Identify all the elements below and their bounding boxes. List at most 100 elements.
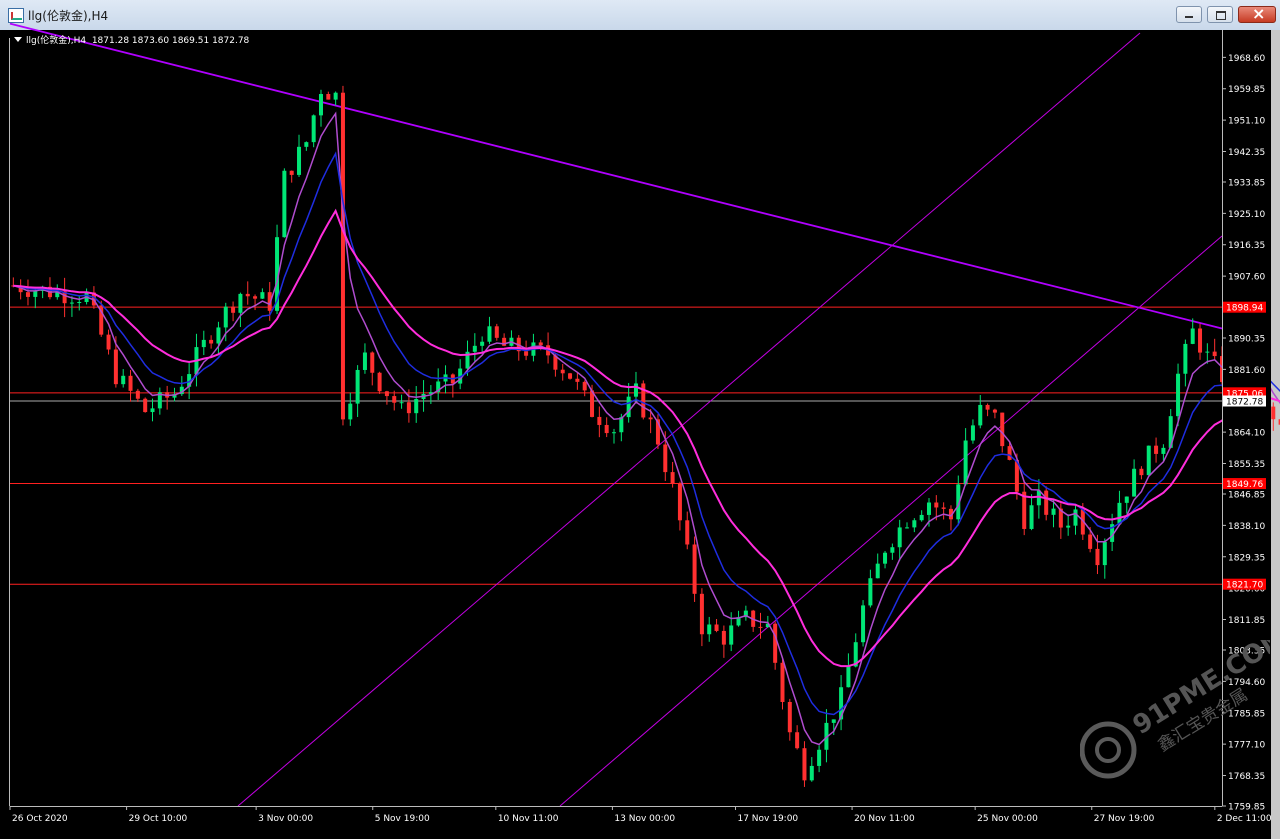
- price-tick-label: 1785.85: [1228, 709, 1265, 719]
- candle-body: [1117, 502, 1122, 525]
- time-tick-label: 3 Nov 00:00: [258, 814, 313, 824]
- candle-body: [25, 292, 30, 297]
- time-tick-label: 17 Nov 19:00: [737, 814, 798, 824]
- candle-body: [1205, 351, 1210, 353]
- candle-body: [1176, 373, 1181, 417]
- candle-body: [1198, 328, 1203, 353]
- candle-body: [670, 472, 675, 484]
- price-tick-label: 1881.60: [1228, 366, 1265, 376]
- candle-body: [106, 334, 111, 350]
- candle-body: [604, 424, 609, 434]
- candle-body: [714, 624, 719, 631]
- price-tick-label: 1846.85: [1228, 490, 1265, 500]
- price-tick-label: 1794.60: [1228, 678, 1265, 688]
- price-tick-label: 1811.85: [1228, 616, 1265, 626]
- candle-body: [612, 432, 617, 434]
- candle-body: [1212, 351, 1217, 357]
- candle-body: [472, 345, 477, 352]
- menu-triangle-icon[interactable]: [14, 37, 22, 42]
- candle-body: [1102, 541, 1107, 566]
- candle-body: [926, 502, 931, 515]
- candle-body: [729, 625, 734, 645]
- candle-body: [1051, 508, 1056, 515]
- candle-body: [311, 115, 316, 143]
- candle-body: [978, 404, 983, 426]
- candle-body: [582, 381, 587, 391]
- moving-average-line-2: [13, 151, 1280, 716]
- candle-body: [494, 326, 499, 338]
- candle-body: [1029, 505, 1034, 529]
- moving-average-line-1: [13, 111, 1280, 746]
- price-tick-label: 1968.60: [1228, 54, 1265, 64]
- price-tick-label: 1890.35: [1228, 334, 1265, 344]
- candle-body: [817, 749, 822, 766]
- price-tick-label: 1916.35: [1228, 241, 1265, 251]
- candle-body: [560, 369, 565, 374]
- candle-body: [721, 630, 726, 645]
- candle-body: [150, 408, 155, 413]
- candle-body: [135, 390, 140, 399]
- price-tick-label: 1803.35: [1228, 646, 1265, 656]
- candle-body: [487, 326, 492, 342]
- chart-ohlc: 1871.28 1873.60 1869.51 1872.78: [91, 36, 250, 46]
- chart-window: llg(伦敦金),H4 1968.60 1959.85 1951.10 1942.35…: [0, 0, 1280, 839]
- candle-body: [216, 327, 221, 344]
- candle-body: [919, 514, 924, 521]
- candle-body: [1088, 534, 1093, 549]
- time-tick-label: 2 Dec 11:00: [1217, 814, 1272, 824]
- candle-body: [970, 425, 975, 441]
- candle-body: [260, 292, 265, 299]
- candle-body: [1146, 445, 1151, 476]
- candle-body: [69, 302, 74, 304]
- candle-body: [377, 372, 382, 392]
- candle-body: [538, 342, 543, 346]
- candle-body: [597, 416, 602, 425]
- candle-body: [143, 398, 148, 413]
- time-tick-label: 10 Nov 11:00: [498, 814, 559, 824]
- candle-body: [883, 552, 888, 564]
- chart-info-line: llg(伦敦金),H4 1871.28 1873.60 1869.51 1872…: [14, 33, 249, 46]
- time-tick-label: 26 Oct 2020: [12, 814, 68, 824]
- candlestick-chart[interactable]: 1968.60 1959.85 1951.10 1942.35 1933.85 1925.…: [0, 0, 1280, 839]
- price-level-label: 1849.76: [1226, 480, 1263, 490]
- price-tick-label: 1907.60: [1228, 273, 1265, 283]
- candle-body: [238, 293, 243, 313]
- candle-body: [1073, 509, 1078, 526]
- candle-body: [905, 527, 910, 529]
- candle-body: [897, 527, 902, 548]
- price-tick-label: 1838.10: [1228, 522, 1265, 532]
- candle-body: [406, 402, 411, 414]
- candle-body: [875, 563, 880, 579]
- candle-body: [685, 520, 690, 545]
- candle-body: [1190, 328, 1195, 344]
- time-tick-label: 25 Nov 00:00: [977, 814, 1038, 824]
- candle-body: [399, 402, 404, 404]
- candle-body: [297, 146, 302, 175]
- candle-body: [802, 748, 807, 781]
- candle-body: [626, 396, 631, 418]
- chart-symbol: llg(伦敦金),H4: [26, 36, 87, 46]
- price-level-label: 1821.70: [1226, 581, 1263, 591]
- candle-body: [392, 396, 397, 403]
- down-trendline: [9, 22, 1223, 330]
- candle-body: [253, 296, 258, 299]
- candle-body: [113, 349, 118, 385]
- candle-body: [209, 339, 214, 344]
- candle-body: [1066, 525, 1071, 528]
- price-tick-label: 1959.85: [1228, 85, 1265, 95]
- candle-body: [326, 94, 331, 100]
- candle-body: [861, 605, 866, 643]
- channel-upper-line: [237, 32, 1141, 807]
- candle-body: [348, 403, 353, 420]
- candle-body: [1132, 468, 1137, 497]
- candle-body: [663, 444, 668, 473]
- moving-average-line-3: [13, 208, 1280, 668]
- candle-body: [619, 417, 624, 433]
- price-level-label: 1898.94: [1226, 304, 1263, 314]
- price-tick-label: 1855.35: [1228, 460, 1265, 470]
- candle-body: [692, 544, 697, 594]
- candle-body: [362, 352, 367, 370]
- candle-body: [1007, 446, 1012, 460]
- candle-body: [355, 369, 360, 404]
- candle-body: [128, 375, 133, 391]
